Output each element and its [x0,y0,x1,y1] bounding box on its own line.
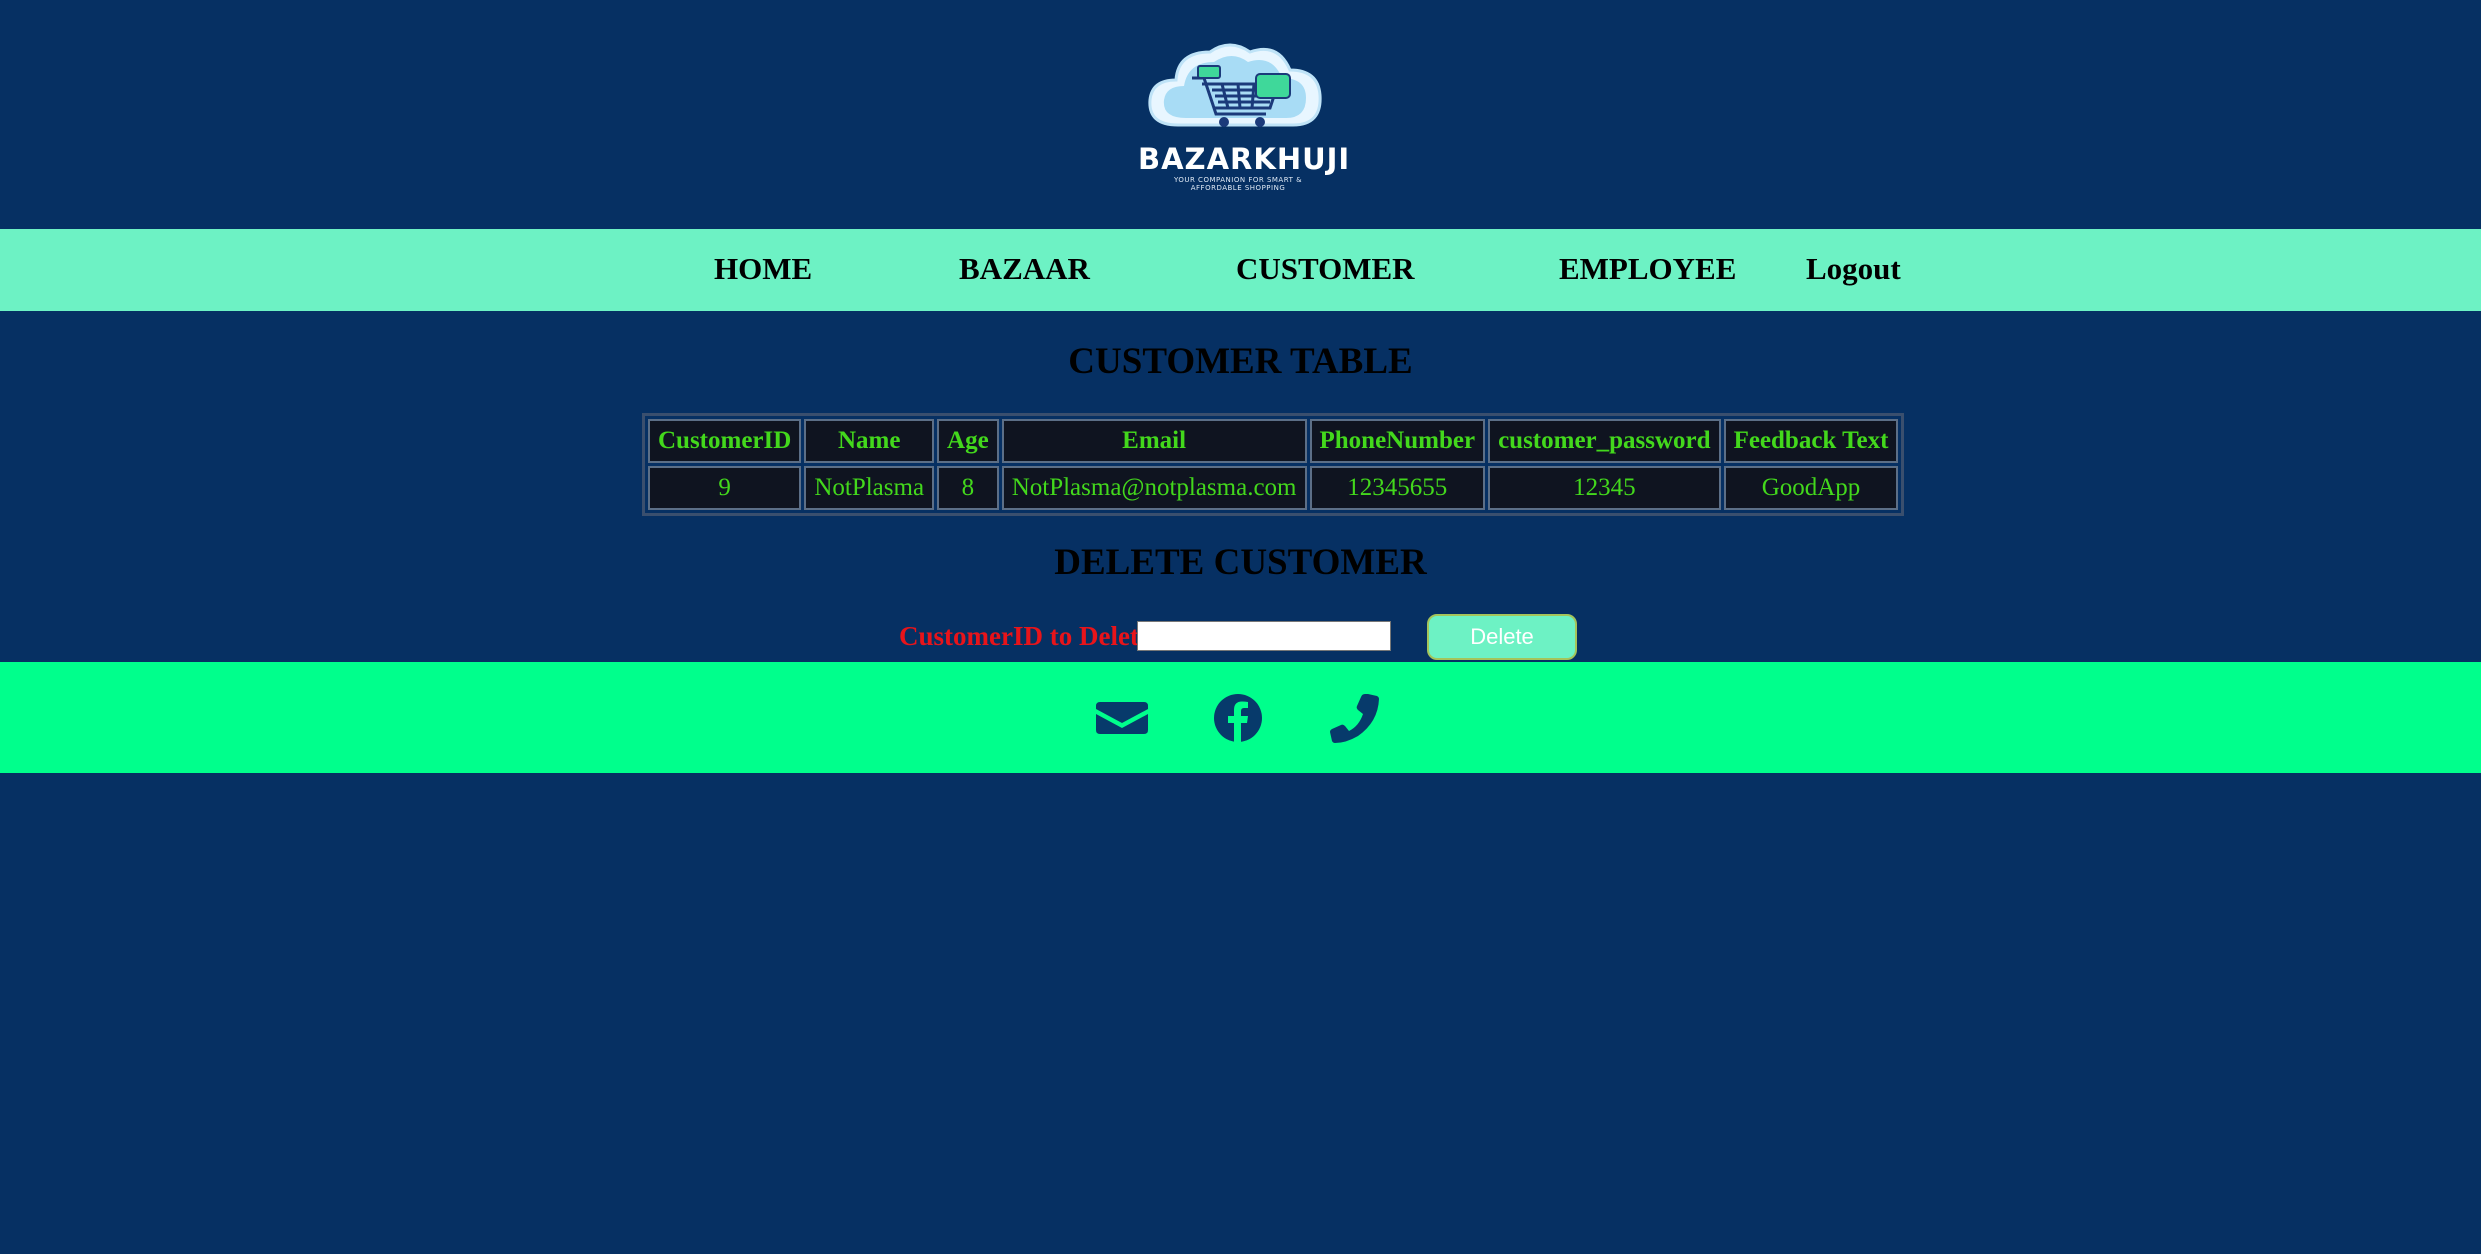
table-row: 9 NotPlasma 8 NotPlasma@notplasma.com 12… [648,466,1899,510]
column-header: customer_password [1488,419,1721,463]
nav-item-logout[interactable]: Logout [1806,251,1901,287]
delete-customer-title: DELETE CUSTOMER [1054,542,1427,583]
table-cell: 12345655 [1309,466,1486,510]
delete-button[interactable]: Delete [1427,614,1577,660]
customer-id-input[interactable] [1137,621,1391,651]
envelope-icon[interactable] [1096,692,1148,744]
main-nav: HOME BAZAAR CUSTOMER EMPLOYEE Logout [0,229,2481,311]
table-cell: NotPlasma@notplasma.com [1001,466,1307,510]
table-cell: GoodApp [1723,466,1899,510]
nav-item-bazaar[interactable]: BAZAAR [959,251,1090,287]
brand-tagline-line1: YOUR COMPANION FOR SMART & [1173,176,1303,184]
brand-name: BAZARKHUJI [1138,142,1351,176]
customer-id-label: CustomerID to Delete: [899,621,1160,651]
customer-table-title: CUSTOMER TABLE [1068,341,1413,382]
phone-icon[interactable] [1328,692,1380,744]
nav-item-customer[interactable]: CUSTOMER [1236,251,1415,287]
cart-cloud-icon [1148,43,1322,127]
facebook-icon[interactable] [1212,692,1264,744]
table-cell: 8 [937,466,999,510]
column-header: Age [937,419,999,463]
table-cell: 9 [648,466,802,510]
table-header-row: CustomerID Name Age Email PhoneNumber cu… [648,419,1899,463]
header: BAZARKHUJI YOUR COMPANION FOR SMART & AF… [0,0,2481,229]
bazarkhuji-logo[interactable]: BAZARKHUJI YOUR COMPANION FOR SMART & AF… [1138,30,1351,192]
column-header: Email [1001,419,1307,463]
table-cell: NotPlasma [804,466,935,510]
table-cell: 12345 [1488,466,1721,510]
brand-tagline: YOUR COMPANION FOR SMART & AFFORDABLE SH… [1158,176,1318,192]
nav-item-home[interactable]: HOME [714,251,812,287]
customer-table: CustomerID Name Age Email PhoneNumber cu… [642,413,1905,516]
column-header: Feedback Text [1723,419,1899,463]
column-header: Name [804,419,935,463]
brand-tagline-line2: AFFORDABLE SHOPPING [1190,184,1286,192]
column-header: PhoneNumber [1309,419,1486,463]
nav-item-employee[interactable]: EMPLOYEE [1559,251,1736,287]
footer [0,662,2481,773]
column-header: CustomerID [648,419,802,463]
